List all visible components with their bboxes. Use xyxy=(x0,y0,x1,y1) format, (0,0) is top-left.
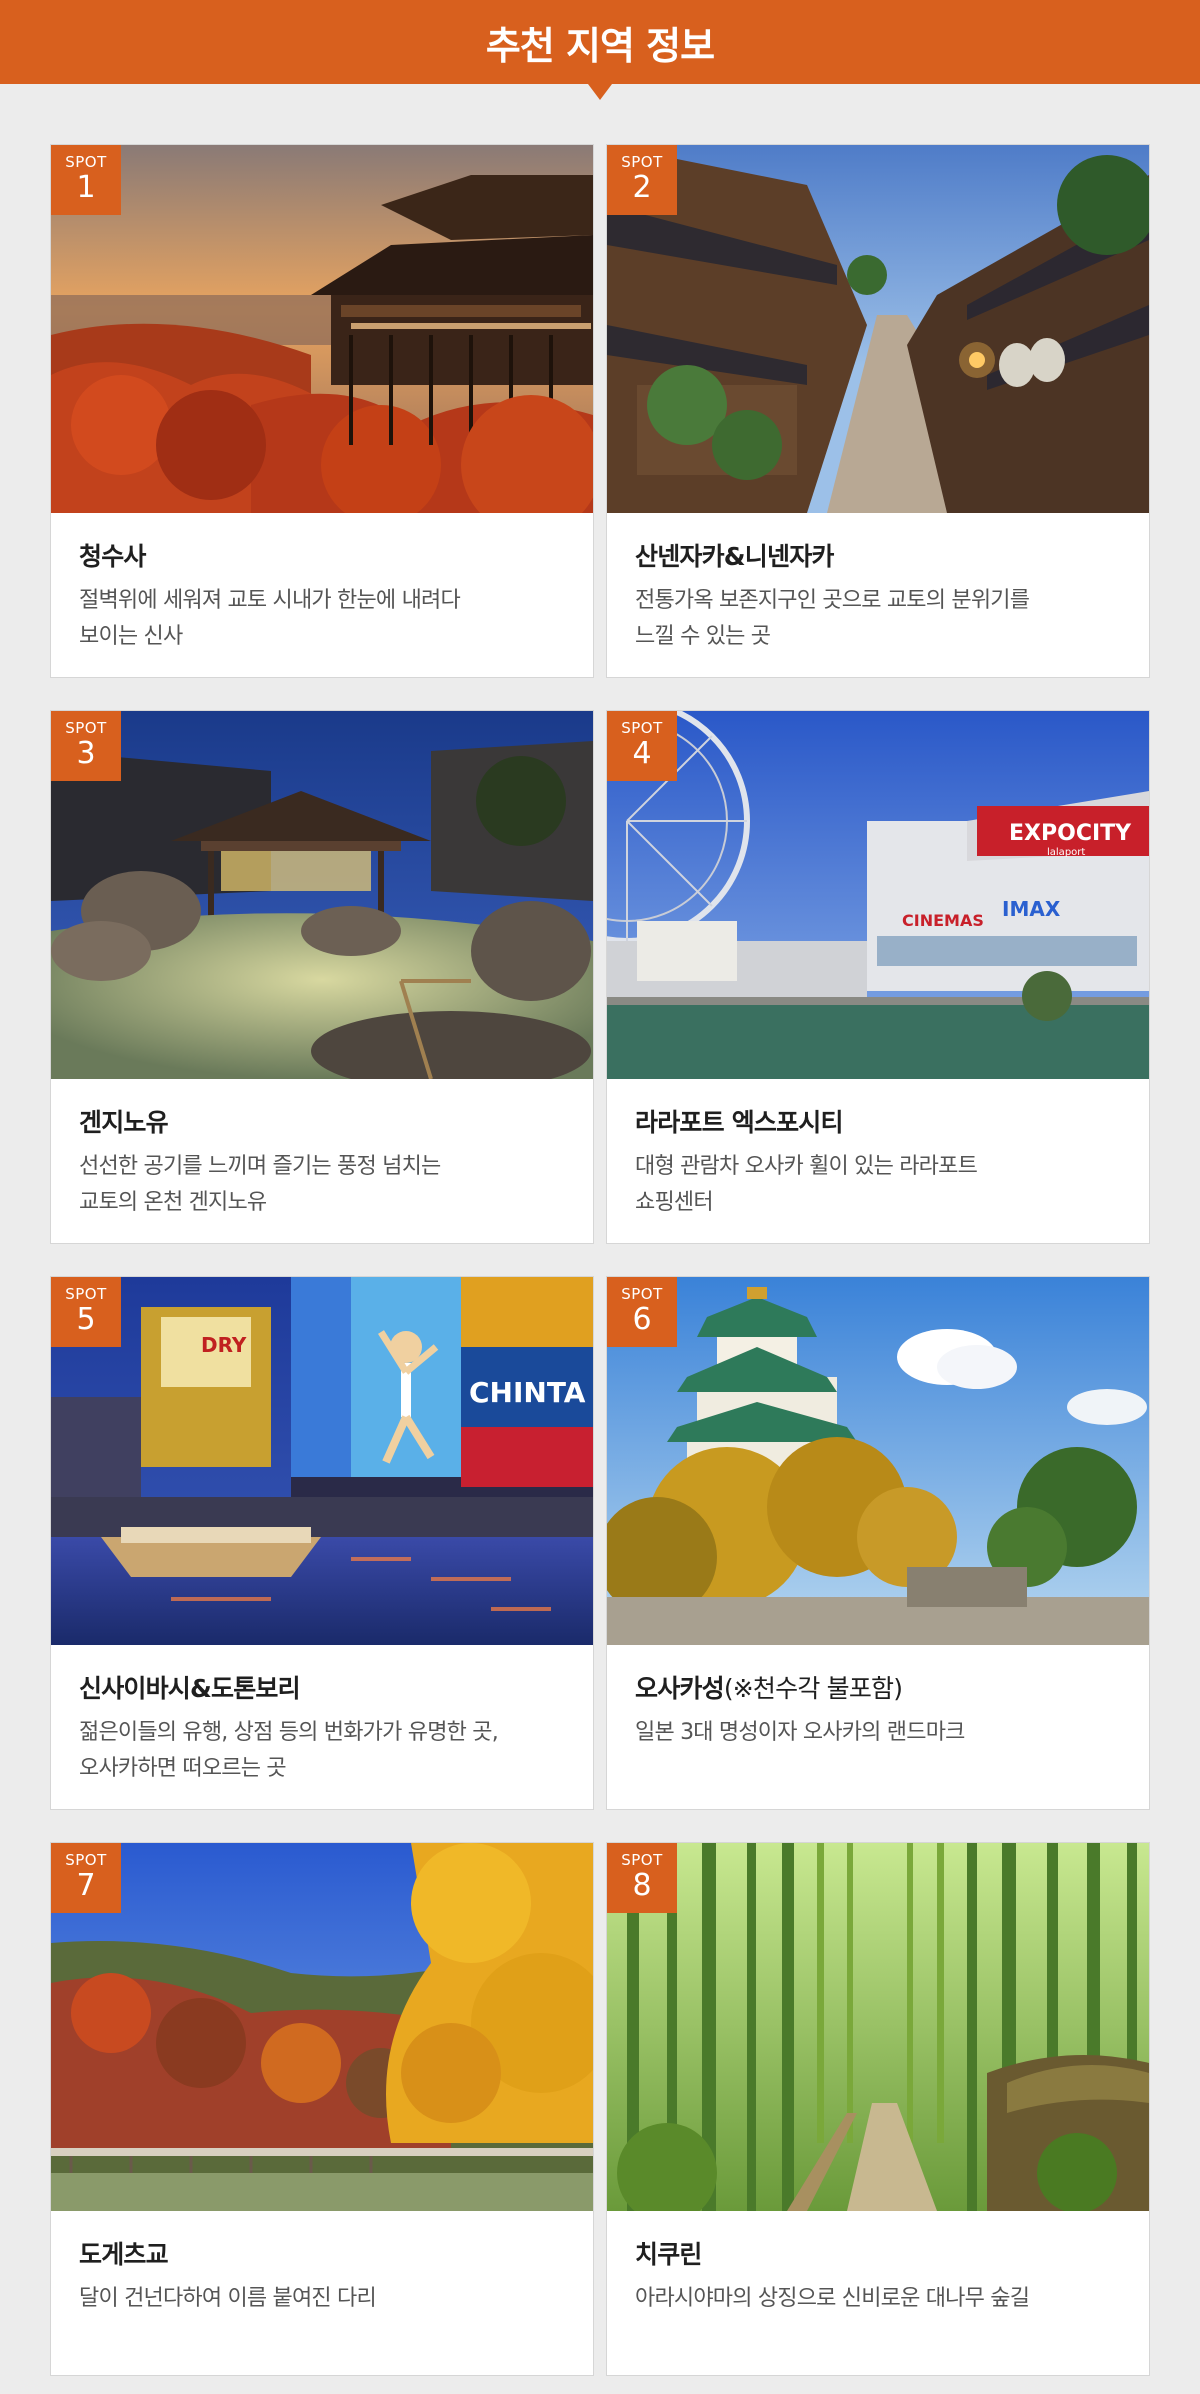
spot-title: 오사카성(※천수각 불포함) xyxy=(635,1674,903,1703)
spot-card-4[interactable]: EXPOCITY lalaport CINEMAS IMAX SPOT 4 라라… xyxy=(606,710,1150,1244)
spot-title: 도게츠교 xyxy=(79,2240,169,2269)
spot-photo-expocity: EXPOCITY lalaport CINEMAS IMAX xyxy=(607,711,1149,1079)
header-pointer xyxy=(588,84,612,100)
spot-card-6[interactable]: SPOT 6 오사카성(※천수각 불포함) 일본 3대 명성이자 오사카의 랜드… xyxy=(606,1276,1150,1810)
spot-card-1[interactable]: SPOT 1 청수사 절벽위에 세워져 교토 시내가 한눈에 내려다 보이는 신… xyxy=(50,144,594,678)
chinta-sign: CHINTA xyxy=(469,1376,586,1409)
spot-photo-genjinoyu xyxy=(51,711,593,1079)
spot-description: 절벽위에 세워져 교토 시내가 한눈에 내려다 보이는 신사 xyxy=(79,588,461,649)
spot-description: 달이 건넌다하여 이름 붙여진 다리 xyxy=(79,2286,377,2311)
spot-description: 선선한 공기를 느끼며 즐기는 풍정 넘치는 교토의 온천 겐지노유 xyxy=(79,1154,441,1215)
spot-badge-label: SPOT xyxy=(621,1851,663,1869)
spot-title: 라라포트 엑스포시티 xyxy=(635,1108,844,1137)
cinemas-sign: CINEMAS xyxy=(902,911,984,930)
spot-badge-label: SPOT xyxy=(65,1285,107,1303)
spot-description: 일본 3대 명성이자 오사카의 랜드마크 xyxy=(635,1720,965,1745)
spot-title: 신사이바시&도톤보리 xyxy=(79,1674,301,1703)
spot-card-2[interactable]: SPOT 2 산넨자카&니넨자카 전통가옥 보존지구인 곳으로 교토의 분위기를… xyxy=(606,144,1150,678)
page-header: 추천 지역 정보 xyxy=(0,0,1200,84)
spot-description: 대형 관람차 오사카 휠이 있는 라라포트 쇼핑센터 xyxy=(635,1154,978,1215)
dry-sign: DRY xyxy=(201,1333,247,1357)
spot-photo-dotonbori: DRY CHINTA xyxy=(51,1277,593,1645)
spot-title: 치쿠린 xyxy=(635,2240,702,2269)
spot-number: 3 xyxy=(76,736,96,771)
spot-photo-chikurin xyxy=(607,1843,1149,2211)
expocity-sign: EXPOCITY xyxy=(1009,821,1132,846)
imax-sign: IMAX xyxy=(1002,897,1061,921)
spot-grid: SPOT 1 청수사 절벽위에 세워져 교토 시내가 한눈에 내려다 보이는 신… xyxy=(50,144,1150,2376)
spot-card-7[interactable]: SPOT 7 도게츠교 달이 건넌다하여 이름 붙여진 다리 xyxy=(50,1842,594,2376)
spot-description: 전통가옥 보존지구인 곳으로 교토의 분위기를 느낄 수 있는 곳 xyxy=(635,588,1030,649)
lalaport-sign: lalaport xyxy=(1047,847,1085,858)
spot-badge-label: SPOT xyxy=(65,719,107,737)
spot-number: 1 xyxy=(76,170,96,205)
spot-number: 6 xyxy=(632,1302,652,1337)
spot-badge-label: SPOT xyxy=(621,719,663,737)
spot-title-note: (※천수각 불포함) xyxy=(723,1674,903,1703)
spot-title: 산넨자카&니넨자카 xyxy=(635,542,834,571)
spot-photo-kiyomizu xyxy=(51,145,593,513)
spot-badge-label: SPOT xyxy=(621,153,663,171)
page-title: 추천 지역 정보 xyxy=(485,23,715,68)
spot-badge: SPOT 4 xyxy=(607,711,677,781)
spot-badge: SPOT 1 xyxy=(51,145,121,215)
spot-badge-label: SPOT xyxy=(65,153,107,171)
spot-badge: SPOT 7 xyxy=(51,1843,121,1913)
spot-title: 청수사 xyxy=(79,542,146,571)
spot-photo-osaka-castle xyxy=(607,1277,1149,1645)
spot-badge: SPOT 6 xyxy=(607,1277,677,1347)
spot-badge: SPOT 5 xyxy=(51,1277,121,1347)
spot-description: 아라시야마의 상징으로 신비로운 대나무 숲길 xyxy=(635,2286,1030,2311)
spot-badge-label: SPOT xyxy=(621,1285,663,1303)
spot-badge: SPOT 8 xyxy=(607,1843,677,1913)
spot-number: 8 xyxy=(632,1868,652,1903)
spot-number: 2 xyxy=(632,170,652,205)
spot-badge-label: SPOT xyxy=(65,1851,107,1869)
spot-photo-togetsukyo xyxy=(51,1843,593,2211)
spot-badge: SPOT 2 xyxy=(607,145,677,215)
spot-number: 7 xyxy=(76,1868,96,1903)
spot-description: 젊은이들의 유행, 상점 등의 번화가가 유명한 곳, 오사카하면 떠오르는 곳 xyxy=(79,1720,499,1781)
spot-number: 4 xyxy=(632,736,652,771)
spot-photo-sannenzaka xyxy=(607,145,1149,513)
spot-number: 5 xyxy=(76,1302,96,1337)
spot-card-8[interactable]: SPOT 8 치쿠린 아라시야마의 상징으로 신비로운 대나무 숲길 xyxy=(606,1842,1150,2376)
spot-badge: SPOT 3 xyxy=(51,711,121,781)
spot-title: 겐지노유 xyxy=(79,1108,169,1137)
spot-card-5[interactable]: DRY CHINTA SPOT 5 신사이바시&도톤보리 젊은이들의 유행, 상… xyxy=(50,1276,594,1810)
spot-card-3[interactable]: SPOT 3 겐지노유 선선한 공기를 느끼며 즐기는 풍정 넘치는 교토의 온… xyxy=(50,710,594,1244)
